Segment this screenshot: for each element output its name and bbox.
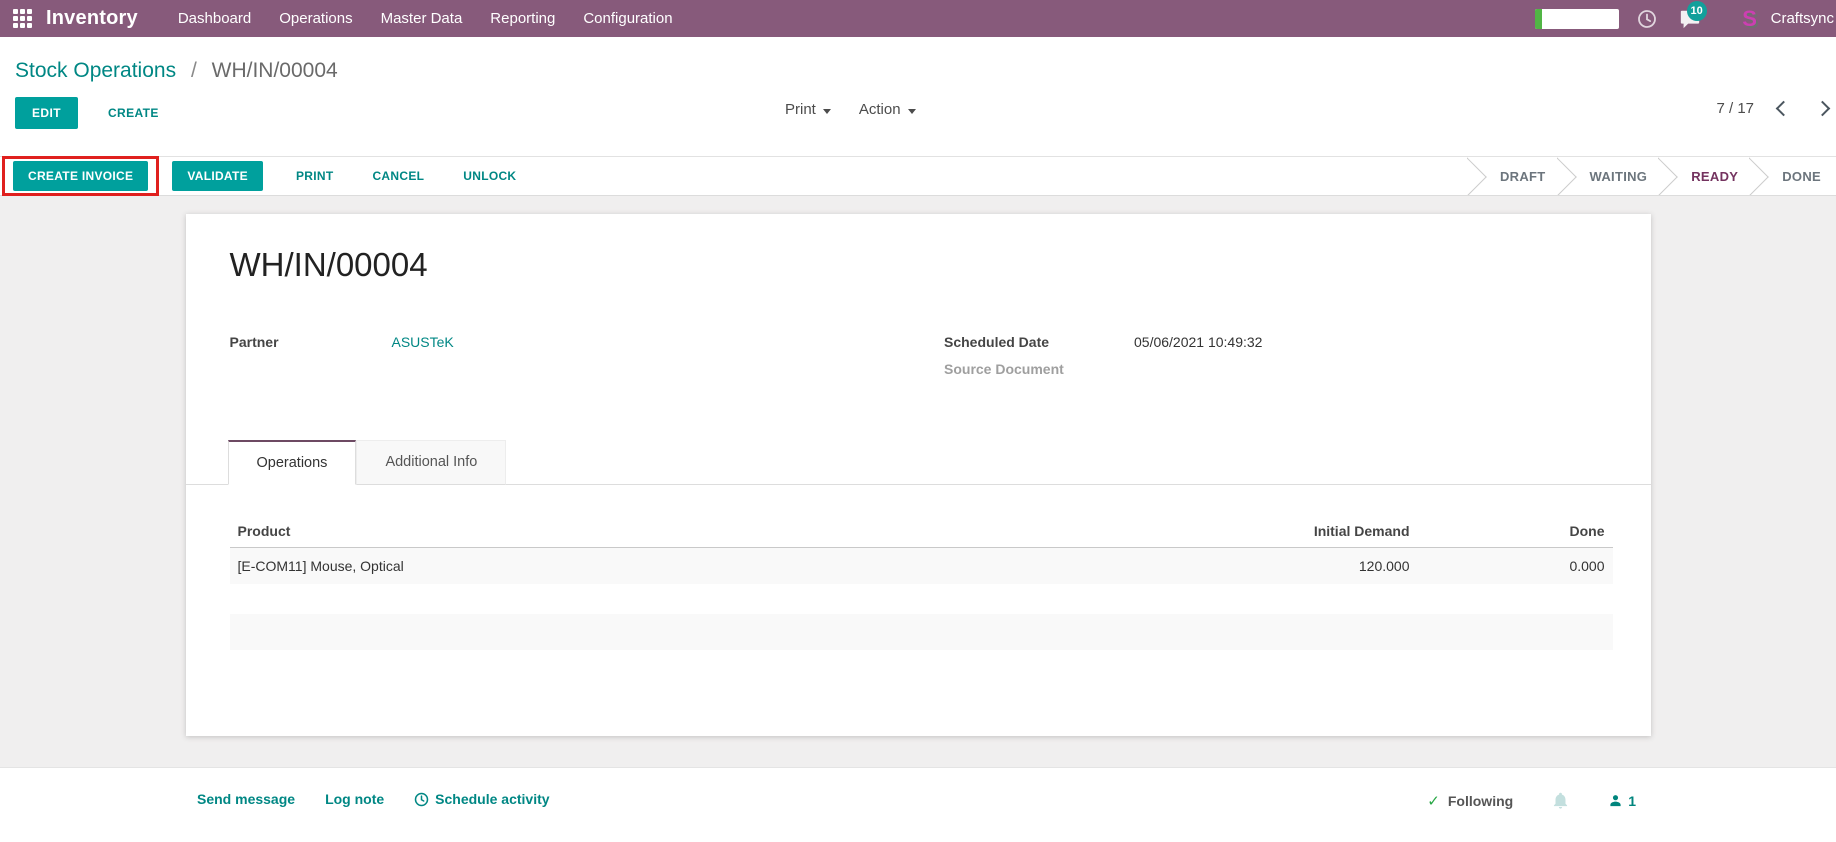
apps-grid-icon[interactable]	[13, 9, 32, 28]
cell-product: [E-COM11] Mouse, Optical	[237, 558, 404, 574]
schedule-activity-button[interactable]: Schedule activity	[414, 791, 550, 807]
chatter-follow-area: ✓ Following 1	[1427, 791, 1636, 810]
chatter-buttons: Send message Log note Schedule activity	[197, 791, 550, 807]
followers-counter[interactable]: 1	[1608, 793, 1636, 809]
state-pipeline: DRAFT WAITING READY DONE	[1467, 157, 1836, 195]
table-empty-row	[230, 584, 1613, 614]
column-product: Product	[229, 515, 1198, 548]
table-empty-row	[229, 614, 1613, 650]
breadcrumb-current-record: WH/IN/00004	[211, 59, 338, 82]
caret-down-icon	[907, 108, 916, 114]
source-document-label: Source Document	[944, 361, 1064, 377]
highlight-box: CREATE INVOICE	[2, 156, 160, 196]
action-dropdown[interactable]: Action	[859, 101, 916, 118]
state-done[interactable]: DONE	[1771, 157, 1832, 195]
bell-icon[interactable]	[1551, 791, 1570, 810]
unlock-button[interactable]: UNLOCK	[457, 168, 522, 184]
activities-clock-icon[interactable]	[1637, 9, 1657, 29]
state-waiting[interactable]: WAITING	[1579, 157, 1659, 195]
schedule-clock-icon	[414, 792, 429, 806]
menu-dashboard[interactable]: Dashboard	[164, 0, 265, 37]
state-draft[interactable]: DRAFT	[1489, 157, 1557, 195]
messages-count-badge: 10	[1686, 0, 1707, 21]
field-group-right: Scheduled Date 05/06/2021 10:49:32 Sourc…	[944, 334, 1613, 388]
tab-additional-info[interactable]: Additional Info	[356, 440, 507, 485]
control-panel: Stock Operations / WH/IN/00004 EDIT CREA…	[0, 37, 1836, 196]
field-group-left: Partner ASUSTeK	[230, 334, 899, 388]
log-note-button[interactable]: Log note	[325, 791, 384, 807]
breadcrumb-separator: /	[190, 59, 197, 82]
field-scheduled-date: Scheduled Date 05/06/2021 10:49:32	[944, 334, 1613, 350]
edit-button[interactable]: EDIT	[15, 97, 78, 129]
notebook-tabs: Operations Additional Info	[185, 440, 1651, 485]
scheduled-date-label: Scheduled Date	[944, 334, 1050, 350]
cell-done: 0.000	[1569, 558, 1605, 574]
scheduled-date-value: 05/06/2021 10:49:32	[1134, 334, 1263, 350]
state-separator	[1749, 157, 1771, 195]
messages-bubble-icon[interactable]: 10	[1679, 0, 1707, 30]
timer-widget[interactable]	[1534, 8, 1619, 29]
app-title: Inventory	[46, 7, 138, 29]
field-source-document: Source Document	[944, 361, 1613, 377]
record-menus: Print Action	[785, 101, 916, 118]
print-button[interactable]: PRINT	[290, 168, 340, 184]
top-navbar: Inventory Dashboard Operations Master Da…	[0, 0, 1836, 37]
following-label: Following	[1447, 792, 1514, 809]
menu-configuration[interactable]: Configuration	[569, 0, 686, 37]
menu-operations[interactable]: Operations	[265, 0, 366, 37]
user-avatar[interactable]: S	[1737, 6, 1763, 32]
user-menu[interactable]: Craftsync	[1771, 10, 1834, 27]
menu-master-data[interactable]: Master Data	[367, 0, 477, 37]
schedule-activity-label: Schedule activity	[435, 791, 550, 807]
state-ready[interactable]: READY	[1680, 157, 1749, 195]
breadcrumb: Stock Operations / WH/IN/00004	[15, 59, 338, 83]
pager: 7 / 17	[1716, 100, 1831, 117]
validate-button[interactable]: VALIDATE	[172, 161, 263, 191]
record-title: WH/IN/00004	[229, 246, 428, 283]
person-icon	[1610, 795, 1621, 807]
check-icon: ✓	[1427, 792, 1440, 810]
partner-value-link[interactable]: ASUSTeK	[392, 334, 454, 350]
column-done: Done	[1417, 515, 1613, 548]
create-invoice-button[interactable]: CREATE INVOICE	[13, 161, 149, 191]
pager-previous-icon[interactable]	[1775, 100, 1792, 117]
print-dropdown[interactable]: Print	[785, 101, 831, 118]
form-sheet: WH/IN/00004 Partner ASUSTeK Scheduled Da…	[185, 214, 1651, 736]
tab-operations[interactable]: Operations	[227, 440, 357, 485]
caret-down-icon	[822, 108, 831, 114]
state-separator	[1557, 157, 1579, 195]
partner-label: Partner	[229, 334, 279, 350]
create-button[interactable]: CREATE	[102, 105, 165, 121]
table-row[interactable]: [E-COM11] Mouse, Optical 120.000 0.000	[229, 547, 1613, 584]
action-dropdown-label: Action	[858, 101, 901, 118]
table-header-row: Product Initial Demand Done	[229, 515, 1613, 548]
field-groups: Partner ASUSTeK Scheduled Date 05/06/202…	[230, 334, 1613, 388]
state-separator	[1658, 157, 1680, 195]
cancel-button[interactable]: CANCEL	[366, 168, 430, 184]
field-partner: Partner ASUSTeK	[230, 334, 899, 350]
following-toggle[interactable]: ✓ Following	[1427, 792, 1513, 810]
form-view: WH/IN/00004 Partner ASUSTeK Scheduled Da…	[0, 196, 1836, 767]
operations-table: Product Initial Demand Done [E-COM11] Mo…	[229, 515, 1613, 650]
systray: 10 S Craftsync	[1534, 0, 1836, 32]
cell-initial-demand: 120.000	[1358, 558, 1410, 574]
main-menu: Dashboard Operations Master Data Reporti…	[164, 0, 687, 37]
timer-progress-bar	[1534, 8, 1542, 29]
record-action-buttons: EDIT CREATE	[15, 97, 165, 129]
breadcrumb-stock-operations[interactable]: Stock Operations	[15, 59, 176, 82]
column-initial-demand: Initial Demand	[1197, 515, 1418, 548]
pager-value: 7 / 17	[1716, 100, 1754, 117]
print-dropdown-label: Print	[785, 101, 816, 118]
send-message-button[interactable]: Send message	[197, 791, 295, 807]
chatter: Send message Log note Schedule activity …	[0, 767, 1836, 842]
menu-reporting[interactable]: Reporting	[476, 0, 569, 37]
followers-count: 1	[1628, 792, 1636, 809]
state-separator	[1467, 157, 1489, 195]
pager-next-icon[interactable]	[1814, 100, 1831, 117]
statusbar: CREATE INVOICE VALIDATE PRINT CANCEL UNL…	[0, 156, 1836, 196]
